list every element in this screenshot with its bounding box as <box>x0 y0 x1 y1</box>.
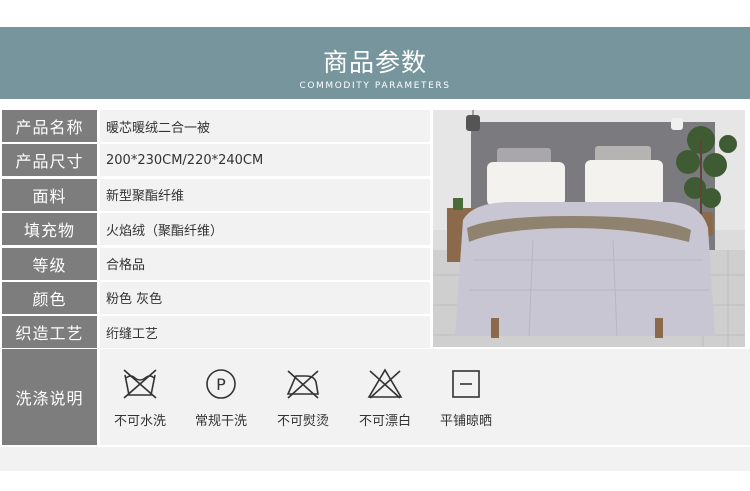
section-subtitle: COMMODITY PARAMETERS <box>299 81 451 91</box>
no-wash-icon <box>123 369 157 399</box>
param-row-process: 织造工艺 绗缝工艺 <box>0 316 430 349</box>
section-header: 商品参数 COMMODITY PARAMETERS <box>0 27 750 99</box>
care-item-flat-dry: 平铺晾晒 <box>431 367 501 429</box>
param-row-grade: 等级 合格品 <box>0 247 430 280</box>
care-item-no-wash: 不可水洗 <box>105 367 175 429</box>
care-caption: 不可熨烫 <box>276 414 329 429</box>
param-value: 合格品 <box>100 247 430 280</box>
product-photo <box>433 110 745 347</box>
wash-instructions: 洗涤说明 不可水洗 P 常规干洗 不可熨烫 不可漂白 平铺晾晒 <box>0 349 750 445</box>
care-item-dry-clean: P 常规干洗 <box>186 367 256 429</box>
param-value: 新型聚酯纤维 <box>100 178 430 211</box>
param-label: 颜色 <box>2 281 97 314</box>
param-label: 产品名称 <box>2 110 97 142</box>
param-value: 绗缝工艺 <box>100 316 430 349</box>
wash-icons-area: 不可水洗 P 常规干洗 不可熨烫 不可漂白 平铺晾晒 <box>100 349 750 445</box>
param-label: 等级 <box>2 247 97 280</box>
param-label: 织造工艺 <box>2 316 97 349</box>
param-row-size: 产品尺寸 200*230CM/220*240CM <box>0 144 430 177</box>
param-value: 暖芯暖绒二合一被 <box>100 110 430 142</box>
param-label: 面料 <box>2 178 97 211</box>
care-caption: 不可水洗 <box>113 414 166 429</box>
no-iron-icon <box>286 370 319 399</box>
care-caption: 不可漂白 <box>358 414 411 429</box>
no-bleach-icon <box>367 368 403 399</box>
param-row-fabric: 面料 新型聚酯纤维 <box>0 178 430 211</box>
dry-clean-icon: P <box>206 369 236 399</box>
section-title: 商品参数 <box>322 48 427 77</box>
param-row-filling: 填充物 火焰绒（聚酯纤维） <box>0 213 430 246</box>
care-caption: 平铺晾晒 <box>439 414 492 429</box>
bedroom-photo <box>433 110 745 347</box>
svg-text:P: P <box>216 375 226 394</box>
care-item-no-iron: 不可熨烫 <box>268 367 338 429</box>
param-row-color: 颜色 粉色 灰色 <box>0 281 430 314</box>
param-row-name: 产品名称 暖芯暖绒二合一被 <box>0 110 430 142</box>
care-caption: 常规干洗 <box>194 414 247 429</box>
param-value: 粉色 灰色 <box>100 281 430 314</box>
footer-bar <box>0 447 750 471</box>
care-item-no-bleach: 不可漂白 <box>350 367 420 429</box>
wash-label: 洗涤说明 <box>2 349 97 445</box>
param-value: 火焰绒（聚酯纤维） <box>100 213 430 246</box>
param-label: 产品尺寸 <box>2 144 97 177</box>
param-table: 产品名称 暖芯暖绒二合一被 产品尺寸 200*230CM/220*240CM 面… <box>0 110 430 351</box>
param-value: 200*230CM/220*240CM <box>100 144 430 177</box>
param-label: 填充物 <box>2 213 97 246</box>
flat-dry-icon <box>452 370 480 398</box>
